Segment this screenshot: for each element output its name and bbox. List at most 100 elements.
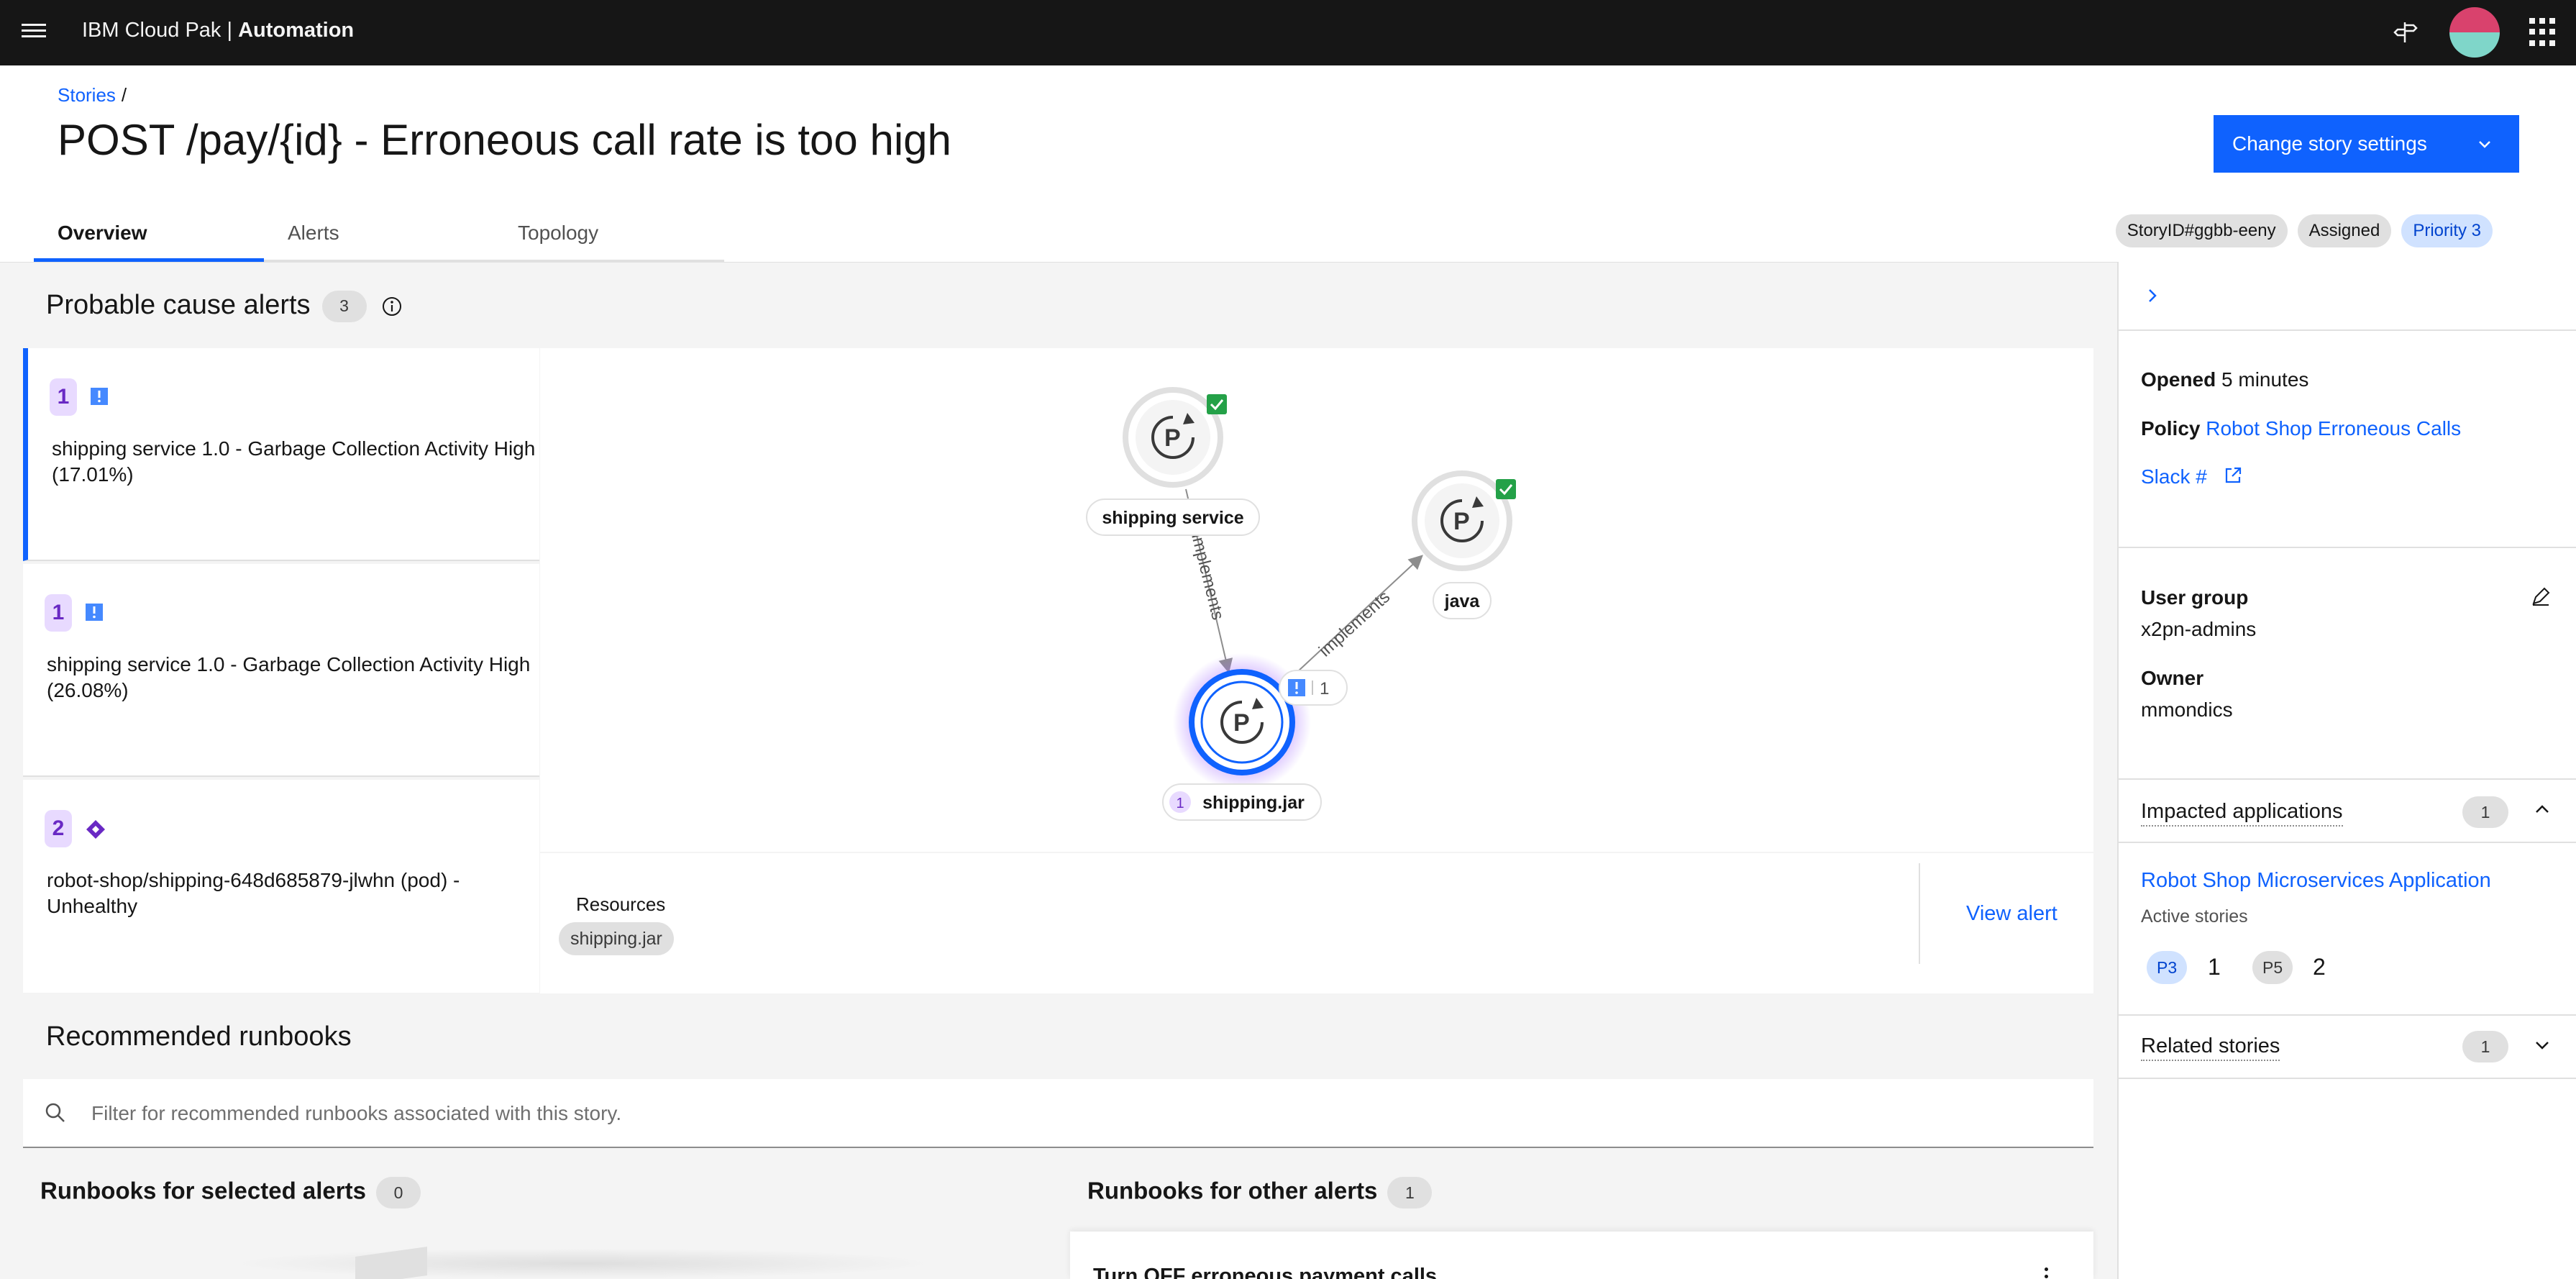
breadcrumb: Stories / xyxy=(58,84,127,106)
node-rank-badge: 1 xyxy=(1176,796,1184,811)
edge-label: implements xyxy=(1187,532,1228,622)
edge-label: implements xyxy=(1315,587,1394,660)
avatar[interactable] xyxy=(2449,7,2500,58)
tab-alerts[interactable]: Alerts xyxy=(264,209,494,262)
svg-text:P: P xyxy=(1453,508,1470,535)
brand-product: Automation xyxy=(238,19,355,42)
runbooks-selected-count: 0 xyxy=(375,1177,421,1209)
node-java[interactable]: P java xyxy=(1412,470,1516,619)
signpost-icon[interactable] xyxy=(2388,14,2424,50)
owner-value: mmondics xyxy=(2141,698,2233,721)
opened-row: Opened 5 minutes xyxy=(2141,368,2308,391)
tab-overview[interactable]: Overview xyxy=(34,209,264,262)
node-shipping-jar[interactable]: P 1 1 shipping.jar xyxy=(1162,653,1348,821)
priority-tag: Priority 3 xyxy=(2401,214,2493,247)
policy-link[interactable]: Robot Shop Erroneous Calls xyxy=(2206,417,2461,440)
runbook-card[interactable]: Turn OFF erroneous payment calls xyxy=(1070,1232,2093,1279)
opened-value: 5 minutes xyxy=(2221,368,2309,391)
empty-state-illustration xyxy=(230,1248,935,1279)
alert-item[interactable]: 2 robot-shop/shipping-648d685879-jlwhn (… xyxy=(23,780,539,993)
impacted-applications-count: 1 xyxy=(2462,796,2508,828)
slack-link[interactable]: Slack # xyxy=(2141,465,2207,488)
resource-tag: shipping.jar xyxy=(559,922,674,955)
divider xyxy=(2119,842,2576,843)
runbooks-other-count: 1 xyxy=(1387,1177,1433,1209)
info-icon[interactable] xyxy=(381,296,403,317)
recommended-runbooks-heading: Recommended runbooks xyxy=(46,1021,352,1052)
story-details-panel xyxy=(2117,262,2576,1279)
runbook-search[interactable] xyxy=(23,1079,2093,1148)
policy-row: Policy Robot Shop Erroneous Calls xyxy=(2141,417,2461,440)
chevron-right-icon[interactable] xyxy=(2142,285,2163,306)
impacted-applications-toggle[interactable]: Impacted applications xyxy=(2141,800,2343,827)
priority-p5-count: 2 xyxy=(2313,954,2326,980)
resources-panel: Resources shipping.jar View alert xyxy=(540,853,2093,993)
probable-cause-heading: Probable cause alerts 3 xyxy=(46,290,403,322)
runbook-title: Turn OFF erroneous payment calls xyxy=(1093,1265,1438,1279)
opened-label: Opened xyxy=(2141,368,2216,391)
brand-prefix: IBM Cloud Pak | xyxy=(82,19,239,42)
page-title: POST /pay/{id} - Erroneous call rate is … xyxy=(58,116,951,164)
policy-label: Policy xyxy=(2141,417,2201,440)
breadcrumb-separator: / xyxy=(121,84,127,106)
node-label: shipping.jar xyxy=(1202,793,1305,813)
priority-p3-count: 1 xyxy=(2208,954,2221,980)
divider xyxy=(2119,1078,2576,1079)
view-alert-link[interactable]: View alert xyxy=(1966,902,2057,926)
probable-cause-alert-list: 1 shipping service 1.0 - Garbage Collect… xyxy=(23,348,539,993)
active-stories-label: Active stories xyxy=(2141,906,2248,927)
alert-rank: 1 xyxy=(45,594,72,632)
impacted-app-link[interactable]: Robot Shop Microservices Application xyxy=(2141,869,2491,893)
chevron-down-icon[interactable] xyxy=(2533,1036,2552,1055)
critical-square-icon xyxy=(85,603,104,622)
chevron-up-icon[interactable] xyxy=(2533,800,2552,819)
major-diamond-icon xyxy=(85,819,105,839)
runbooks-other-heading: Runbooks for other alerts 1 xyxy=(1087,1177,1433,1209)
related-stories-toggle[interactable]: Related stories xyxy=(2141,1034,2280,1061)
runbook-search-input[interactable] xyxy=(91,1093,2033,1134)
story-tags: StoryID#ggbb-eeny Assigned Priority 3 xyxy=(2115,214,2493,247)
breadcrumb-stories-link[interactable]: Stories xyxy=(58,84,116,106)
user-group-label: User group xyxy=(2141,586,2249,609)
probable-cause-title: Probable cause alerts xyxy=(46,290,311,320)
alert-rank: 1 xyxy=(50,378,77,416)
runbooks-selected-title: Runbooks for selected alerts xyxy=(40,1177,366,1204)
tab-topology[interactable]: Topology xyxy=(494,209,724,262)
node-label: java xyxy=(1444,591,1481,611)
launch-icon xyxy=(2223,465,2243,491)
divider xyxy=(2119,1014,2576,1016)
user-group-value: x2pn-admins xyxy=(2141,618,2257,640)
chevron-down-icon xyxy=(2476,135,2493,158)
divider xyxy=(2119,329,2576,331)
slack-row[interactable]: Slack # xyxy=(2141,465,2243,491)
change-story-settings-button[interactable]: Change story settings xyxy=(2214,115,2519,173)
alert-item[interactable]: 1 shipping service 1.0 - Garbage Collect… xyxy=(23,348,539,561)
resources-label: Resources xyxy=(576,893,666,915)
topology-canvas: implements implements P shipping service… xyxy=(1086,387,1516,821)
top-header: IBM Cloud Pak | Automation xyxy=(0,0,2576,65)
app-switcher-icon[interactable] xyxy=(2529,18,2558,47)
svg-text:P: P xyxy=(1164,424,1181,452)
probable-cause-count: 3 xyxy=(321,290,367,322)
alert-item[interactable]: 1 shipping service 1.0 - Garbage Collect… xyxy=(23,564,539,777)
brand-name[interactable]: IBM Cloud Pak | Automation xyxy=(82,19,354,42)
runbooks-selected-heading: Runbooks for selected alerts 0 xyxy=(40,1177,421,1209)
search-icon xyxy=(45,1102,66,1127)
status-tag: Assigned xyxy=(2297,214,2392,247)
topology-graph[interactable]: implements implements P shipping service… xyxy=(540,348,2093,852)
alert-rank: 2 xyxy=(45,810,72,847)
edit-icon[interactable] xyxy=(2530,586,2552,611)
divider xyxy=(2119,547,2576,548)
overflow-menu-icon[interactable] xyxy=(2045,1267,2050,1279)
owner-label: Owner xyxy=(2141,667,2204,689)
node-shipping-service[interactable]: P shipping service xyxy=(1086,387,1260,536)
alert-description: robot-shop/shipping-648d685879-jlwhn (po… xyxy=(47,869,460,917)
change-story-settings-label: Change story settings xyxy=(2232,132,2427,155)
node-label: shipping service xyxy=(1102,508,1243,528)
priority-p3-tag: P3 xyxy=(2147,951,2188,984)
related-stories-count: 1 xyxy=(2462,1031,2508,1062)
critical-square-icon xyxy=(90,387,109,406)
divider xyxy=(1919,863,1920,964)
menu-icon[interactable] xyxy=(22,20,46,45)
tab-list: Overview Alerts Topology xyxy=(34,209,724,262)
